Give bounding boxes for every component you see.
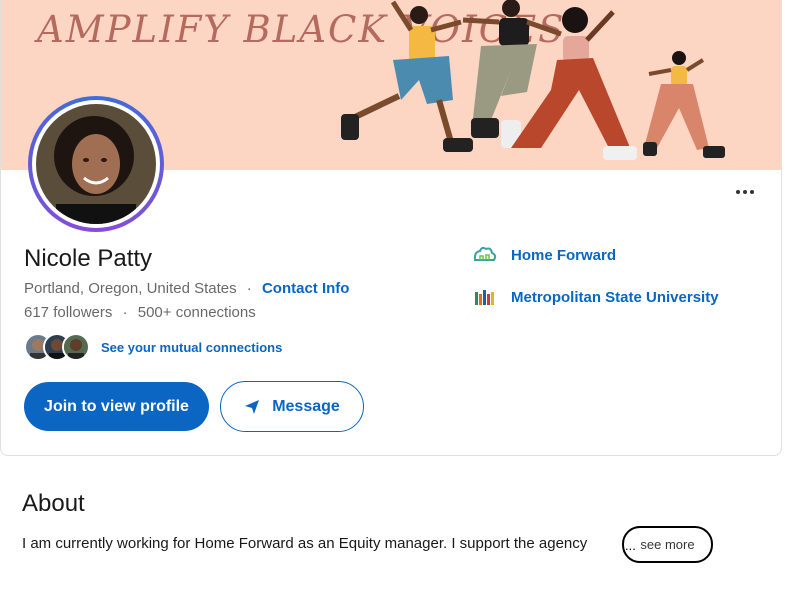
organization-name: Home Forward [511, 246, 617, 264]
about-text: I am currently working for Home Forward … [22, 535, 588, 552]
separator: · [122, 304, 128, 321]
metro-state-logo-icon [475, 290, 494, 305]
mutual-connections-link[interactable]: See your mutual connections [101, 340, 282, 355]
more-options-icon[interactable] [731, 180, 759, 204]
followers-count: 617 followers [24, 304, 113, 321]
avatar-photo [36, 104, 156, 224]
organization-name: Metropolitan State University [511, 288, 719, 306]
see-more-button[interactable]: see more [622, 526, 713, 563]
message-button[interactable]: Message [220, 381, 364, 432]
message-button-label: Message [272, 397, 340, 415]
profile-name: Nicole Patty [24, 245, 153, 272]
about-heading: About [22, 490, 85, 517]
organization-metro-state[interactable]: Metropolitan State University [473, 288, 719, 306]
profile-card: Amplify Black Voices [0, 0, 782, 456]
organization-home-forward[interactable]: Home Forward [473, 244, 616, 266]
separator: · [246, 280, 252, 297]
send-icon [245, 399, 260, 414]
mutual-avatar [62, 333, 90, 361]
avatar [28, 96, 164, 232]
join-to-view-profile-button[interactable]: Join to view profile [24, 382, 209, 431]
home-forward-logo-icon [473, 246, 497, 261]
profile-location-line: Portland, Oregon, United States · Contac… [24, 280, 349, 297]
profile-location: Portland, Oregon, United States [24, 280, 237, 297]
connections-count: 500+ connections [137, 304, 256, 321]
contact-info-link[interactable]: Contact Info [262, 280, 350, 297]
profile-stats: 617 followers · 500+ connections [24, 304, 256, 321]
banner-illustration [341, 0, 725, 160]
mutual-connections[interactable]: See your mutual connections [24, 333, 282, 361]
